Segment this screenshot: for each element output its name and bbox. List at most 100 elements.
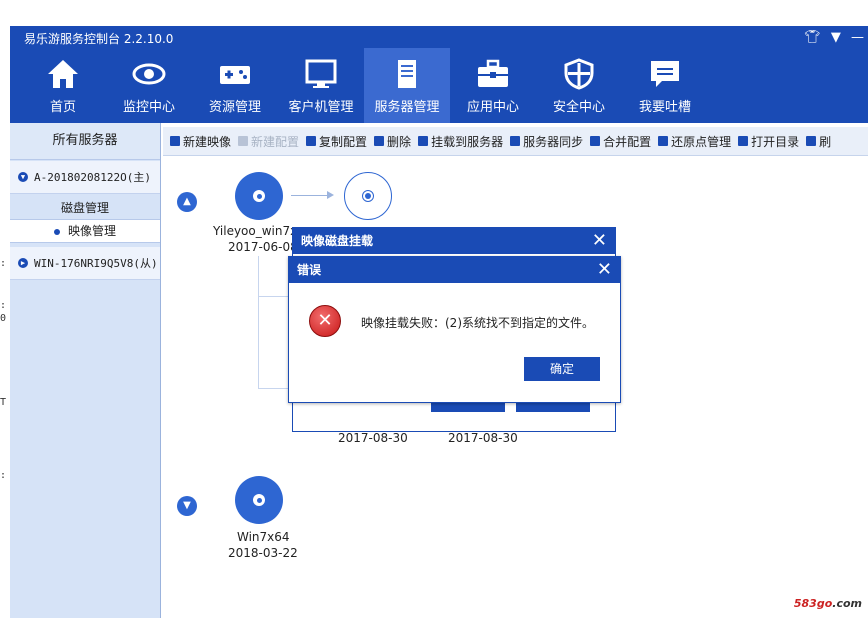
monitor-icon xyxy=(305,59,337,88)
image-node-disc[interactable] xyxy=(235,172,283,220)
nav-servers[interactable]: 服务器管理 xyxy=(364,48,450,123)
tree-line xyxy=(258,388,292,389)
close-icon[interactable]: ✕ xyxy=(592,228,607,254)
image-date: 2017-06-08 xyxy=(228,240,298,254)
eye-icon xyxy=(132,63,166,85)
ok-button[interactable]: 确定 xyxy=(524,357,600,381)
selected-bullet-icon xyxy=(53,228,60,235)
nav-apps[interactable]: 应用中心 xyxy=(450,48,536,123)
connector-line xyxy=(291,195,331,196)
dialog-titlebar: 错误 ✕ xyxy=(289,257,620,283)
child-date: 2017-08-30 xyxy=(448,431,518,445)
nav-security[interactable]: 安全中心 xyxy=(536,48,622,123)
left-edge: : : 0 T : xyxy=(0,0,10,618)
copy-icon xyxy=(306,136,317,146)
toolbar-label: 合并配置 xyxy=(603,134,652,149)
nav-home[interactable]: 首页 xyxy=(20,48,106,123)
main-nav: 首页 监控中心 资源管理 客户机管理 服务器管理 应用中心 安全中心 我要吐槽 xyxy=(20,48,708,123)
server-name: A-20180208122O(主) xyxy=(34,171,151,184)
watermark-logo: 583go.com xyxy=(793,597,862,610)
close-icon[interactable]: ✕ xyxy=(597,257,612,283)
app-header: 易乐游服务控制台 2.2.10.0 👕︎ ▼ — 首页 监控中心 资源管理 客户… xyxy=(10,26,868,123)
image-management-label: 映像管理 xyxy=(67,224,116,238)
server-icon xyxy=(398,60,416,88)
nav-label: 我要吐槽 xyxy=(638,100,691,115)
dialog-titlebar: 映像磁盘挂载 ✕ xyxy=(293,228,615,254)
shield-icon xyxy=(564,58,594,90)
image-date: 2018-03-22 xyxy=(228,546,298,560)
new-image-button[interactable]: 新建映像 xyxy=(170,133,231,150)
restore-point-button[interactable]: 还原点管理 xyxy=(658,133,731,150)
toolbar-label: 新建配置 xyxy=(251,134,300,149)
error-dialog: 错误 ✕ ✕ 映像挂载失败：(2)系统找不到指定的文件。 确定 xyxy=(288,256,621,403)
server-sidebar: 所有服务器 ▼ A-20180208122O(主) 磁盘管理 映像管理 ▶ WI… xyxy=(10,123,161,618)
edge-text: : xyxy=(0,300,7,311)
edge-text: T xyxy=(0,397,7,408)
skin-icon[interactable]: 👕︎ xyxy=(804,30,821,45)
toolbar-label: 新建映像 xyxy=(183,134,232,149)
expand-icon[interactable]: ▼ xyxy=(18,172,28,182)
collapse-icon[interactable]: ▲ xyxy=(177,192,197,212)
nav-label: 监控中心 xyxy=(122,100,175,115)
toolbar-label: 打开目录 xyxy=(751,134,800,149)
nav-label: 服务器管理 xyxy=(374,100,440,115)
toolbar-label: 服务器同步 xyxy=(523,134,584,149)
chat-icon xyxy=(651,61,679,87)
arrow-icon xyxy=(327,191,334,199)
refresh-button[interactable]: 刷 xyxy=(806,133,831,150)
expand-icon[interactable]: ▶ xyxy=(18,258,28,268)
edge-text: 0 xyxy=(0,313,7,324)
server-item-secondary[interactable]: ▶ WIN-176NRI9Q5V8(从) xyxy=(10,247,160,280)
nav-label: 资源管理 xyxy=(208,100,261,115)
gamepad-icon xyxy=(220,66,250,84)
delete-icon xyxy=(374,136,385,146)
nav-label: 安全中心 xyxy=(552,100,605,115)
open-directory-button[interactable]: 打开目录 xyxy=(738,133,799,150)
toolbox-icon xyxy=(478,59,508,87)
edge-text: : xyxy=(0,258,7,269)
image-name: Yileyoo_win7x xyxy=(213,224,298,238)
nav-label: 应用中心 xyxy=(466,100,519,115)
child-date: 2017-08-30 xyxy=(338,431,408,445)
server-name: WIN-176NRI9Q5V8(从) xyxy=(34,257,158,270)
merge-icon xyxy=(590,136,601,146)
refresh-icon xyxy=(806,136,817,146)
merge-config-button[interactable]: 合并配置 xyxy=(590,133,651,150)
home-icon xyxy=(48,60,78,88)
dialog-title: 错误 xyxy=(297,263,322,277)
restore-icon xyxy=(658,136,669,146)
mount-icon xyxy=(418,136,429,146)
toolbar-label: 刷 xyxy=(819,134,832,149)
config-node-disc[interactable] xyxy=(344,172,392,220)
all-servers-header[interactable]: 所有服务器 xyxy=(10,123,160,160)
nav-label: 首页 xyxy=(49,100,76,115)
mount-to-server-button[interactable]: 挂载到服务器 xyxy=(418,133,503,150)
image-node-disc[interactable] xyxy=(235,476,283,524)
folder-icon xyxy=(738,136,749,146)
image-management-item[interactable]: 映像管理 xyxy=(10,219,160,243)
nav-clients[interactable]: 客户机管理 xyxy=(278,48,364,123)
nav-resources[interactable]: 资源管理 xyxy=(192,48,278,123)
error-message: 映像挂载失败：(2)系统找不到指定的文件。 xyxy=(361,316,594,330)
nav-monitor[interactable]: 监控中心 xyxy=(106,48,192,123)
edge-text: : xyxy=(0,470,7,481)
tree-line xyxy=(258,296,292,297)
image-toolbar: 新建映像 新建配置 复制配置 删除 挂载到服务器 服务器同步 合并配置 还原点管… xyxy=(163,127,868,156)
toolbar-label: 删除 xyxy=(387,134,412,149)
collapse-icon[interactable]: ▼ xyxy=(177,496,197,516)
new-image-icon xyxy=(170,136,180,146)
copy-config-button[interactable]: 复制配置 xyxy=(306,133,367,150)
server-sync-button[interactable]: 服务器同步 xyxy=(510,133,583,150)
menu-dropdown-icon[interactable]: ▼ xyxy=(831,30,841,45)
minimize-icon[interactable]: — xyxy=(851,30,864,45)
nav-feedback[interactable]: 我要吐槽 xyxy=(622,48,708,123)
delete-button[interactable]: 删除 xyxy=(374,133,411,150)
disk-management-item[interactable]: 磁盘管理 xyxy=(10,197,160,219)
new-config-button[interactable]: 新建配置 xyxy=(238,133,299,150)
plus-icon xyxy=(238,136,249,146)
toolbar-label: 复制配置 xyxy=(319,134,368,149)
tree-line xyxy=(258,256,259,388)
server-item-main[interactable]: ▼ A-20180208122O(主) xyxy=(10,161,160,194)
sync-icon xyxy=(510,136,521,146)
dialog-title: 映像磁盘挂载 xyxy=(301,234,374,248)
